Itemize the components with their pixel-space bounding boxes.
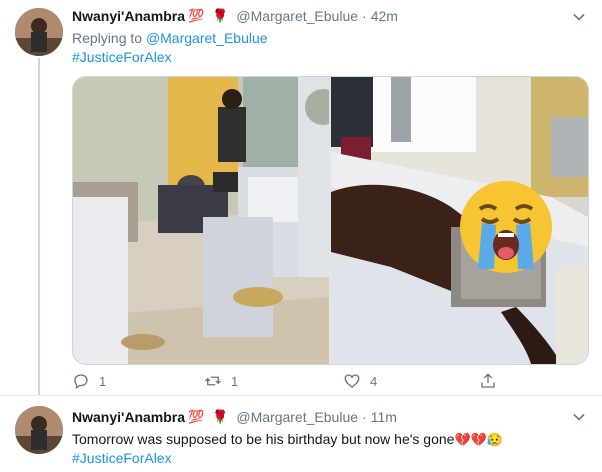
hashtag[interactable]: #JusticeForAlex — [72, 450, 172, 466]
tweet-2[interactable]: Nwanyi'Anambra 💯 🌹 @Margaret_Ebulue · 11… — [0, 396, 602, 472]
reply-button[interactable]: 1 — [72, 372, 106, 390]
separator-dot: · — [362, 8, 367, 24]
replying-to-handle[interactable]: @Margaret_Ebulue — [146, 30, 268, 46]
hundred-emoji: 💯 — [188, 8, 205, 23]
hundred-emoji: 💯 — [188, 409, 205, 424]
timestamp[interactable]: 42m — [371, 8, 398, 24]
retweet-count: 1 — [231, 373, 239, 389]
reply-icon — [74, 374, 88, 390]
reply-count: 1 — [99, 373, 107, 389]
retweet-icon — [205, 376, 221, 386]
crying-face-emoji — [460, 181, 552, 273]
media-grid[interactable] — [72, 76, 589, 365]
timestamp[interactable]: 11m — [371, 409, 397, 425]
tweet-body: Tomorrow was supposed to be his birthday… — [72, 431, 455, 447]
like-button[interactable]: 4 — [343, 372, 377, 390]
like-count: 4 — [370, 373, 378, 389]
chevron-down-icon[interactable] — [572, 10, 586, 24]
image-dental-clinic[interactable] — [73, 77, 329, 364]
heart-icon — [344, 374, 360, 388]
handle[interactable]: @Margaret_Ebulue — [236, 409, 358, 425]
broken-heart-emojis: 💔💔😥 — [454, 432, 504, 447]
avatar[interactable] — [15, 8, 63, 56]
tweet-header: Nwanyi'Anambra 💯 🌹 @Margaret_Ebulue · 11… — [72, 407, 397, 427]
rose-emoji: 🌹 — [212, 8, 229, 23]
share-button[interactable] — [479, 372, 497, 390]
handle[interactable]: @Margaret_Ebulue — [236, 8, 358, 24]
avatar[interactable] — [15, 406, 63, 454]
thread-line — [38, 58, 40, 395]
display-name[interactable]: Nwanyi'Anambra — [72, 8, 185, 24]
separator-dot: · — [362, 409, 367, 425]
tweet-actions: 1 1 4 — [72, 372, 512, 392]
rose-emoji: 🌹 — [212, 409, 229, 424]
replying-to-line: Replying to @Margaret_Ebulue — [72, 30, 268, 46]
tweet-text: Tomorrow was supposed to be his birthday… — [72, 431, 503, 448]
replying-to-label: Replying to — [72, 30, 143, 46]
retweet-button[interactable]: 1 — [204, 372, 238, 390]
display-name[interactable]: Nwanyi'Anambra — [72, 409, 185, 425]
tweet-header: Nwanyi'Anambra 💯 🌹 @Margaret_Ebulue · 42… — [72, 6, 398, 26]
share-icon — [481, 373, 495, 388]
hashtag[interactable]: #JusticeForAlex — [72, 49, 172, 65]
tweet-1[interactable]: Nwanyi'Anambra 💯 🌹 @Margaret_Ebulue · 42… — [0, 0, 602, 395]
chevron-down-icon[interactable] — [572, 410, 586, 424]
